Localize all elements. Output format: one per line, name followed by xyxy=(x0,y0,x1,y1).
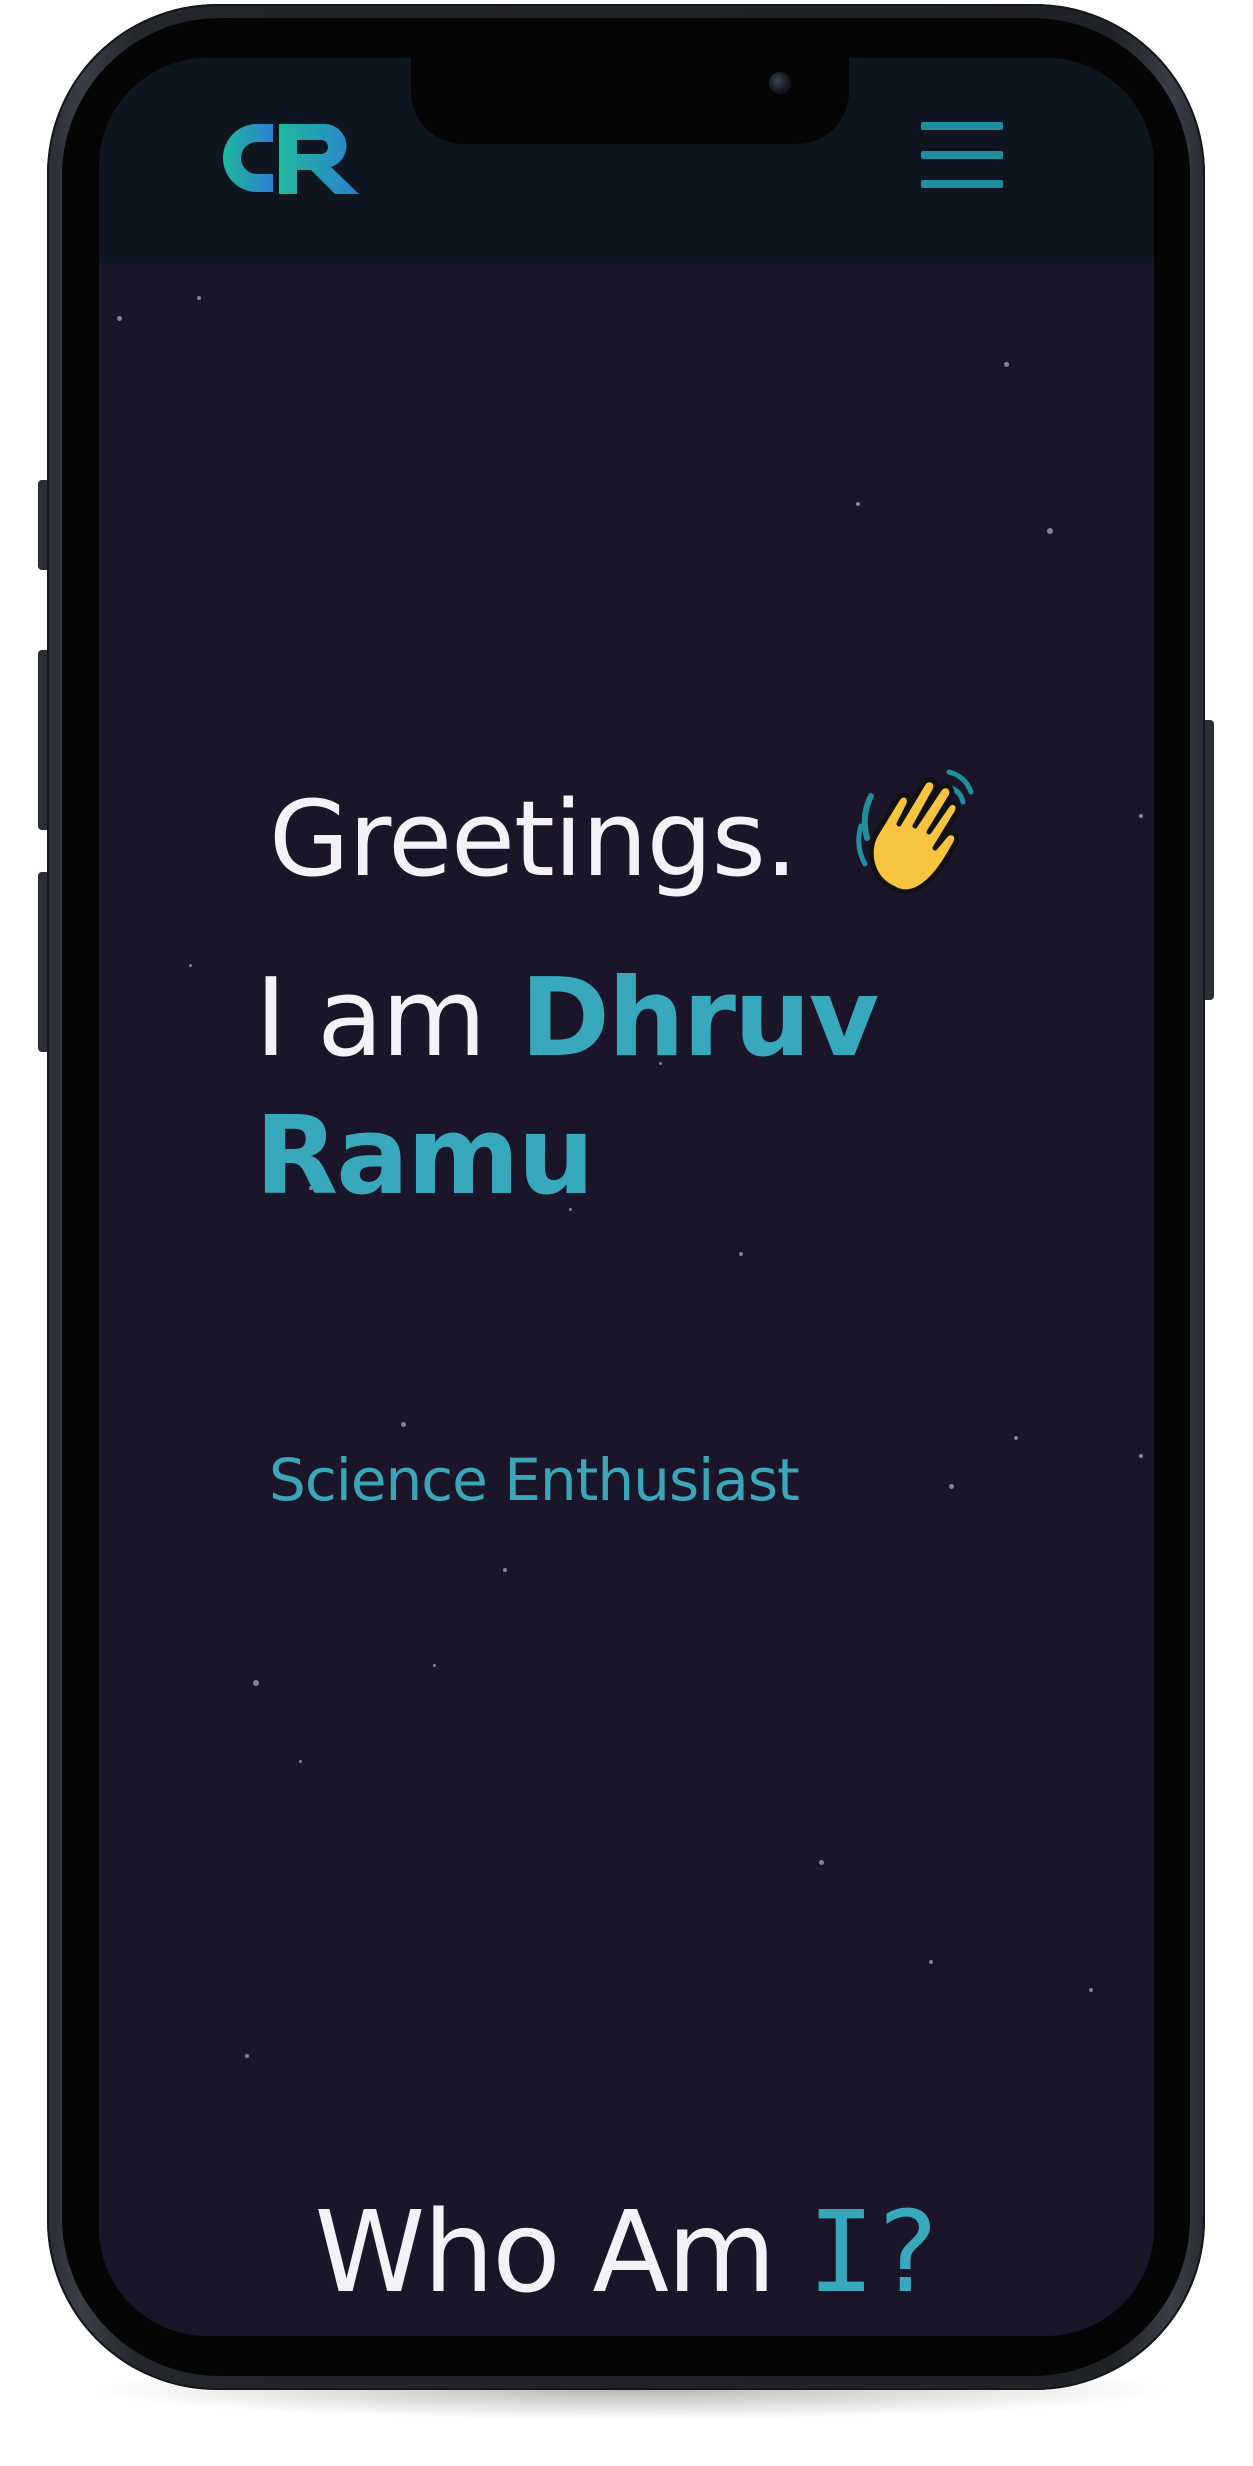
star xyxy=(1004,362,1009,367)
star xyxy=(197,296,201,300)
star xyxy=(433,1664,436,1667)
intro-prefix: I am xyxy=(255,956,487,1081)
logo-text: DR xyxy=(213,118,215,119)
star xyxy=(1139,1454,1143,1458)
greeting-text: Greetings. xyxy=(269,778,798,900)
about-heading-accent: I? xyxy=(807,2188,941,2318)
front-camera xyxy=(769,72,791,94)
star xyxy=(401,1422,406,1427)
star xyxy=(1014,1436,1018,1440)
star xyxy=(253,1680,259,1686)
hamburger-menu-icon[interactable] xyxy=(921,122,1003,188)
star xyxy=(117,316,122,321)
star xyxy=(245,2054,249,2058)
menu-bar-bottom xyxy=(921,180,1003,188)
phone-notch xyxy=(411,58,849,144)
phone-screen: DR Greetings. I am Dhruv Ramu Science En… xyxy=(99,58,1154,2336)
star xyxy=(739,1252,743,1256)
waving-hand-icon xyxy=(856,769,974,895)
role-subtitle: Science Enthusiast xyxy=(269,1446,800,1514)
menu-bar-top xyxy=(921,122,1003,130)
star xyxy=(929,1960,933,1964)
star xyxy=(503,1568,507,1572)
star xyxy=(949,1484,954,1489)
phone-mockup: DR Greetings. I am Dhruv Ramu Science En… xyxy=(0,0,1253,2466)
star xyxy=(299,1760,302,1763)
intro-heading: I am Dhruv Ramu xyxy=(255,950,975,1226)
about-heading-prefix: Who Am xyxy=(314,2188,776,2318)
star xyxy=(819,1860,824,1865)
star xyxy=(189,964,192,967)
star xyxy=(856,502,860,506)
menu-bar-middle xyxy=(921,151,1003,159)
logo[interactable]: DR xyxy=(213,118,363,198)
star xyxy=(1139,814,1143,818)
about-section-heading: Who Am I? xyxy=(99,2188,1154,2318)
star xyxy=(1089,1988,1093,1992)
star xyxy=(1047,528,1053,534)
